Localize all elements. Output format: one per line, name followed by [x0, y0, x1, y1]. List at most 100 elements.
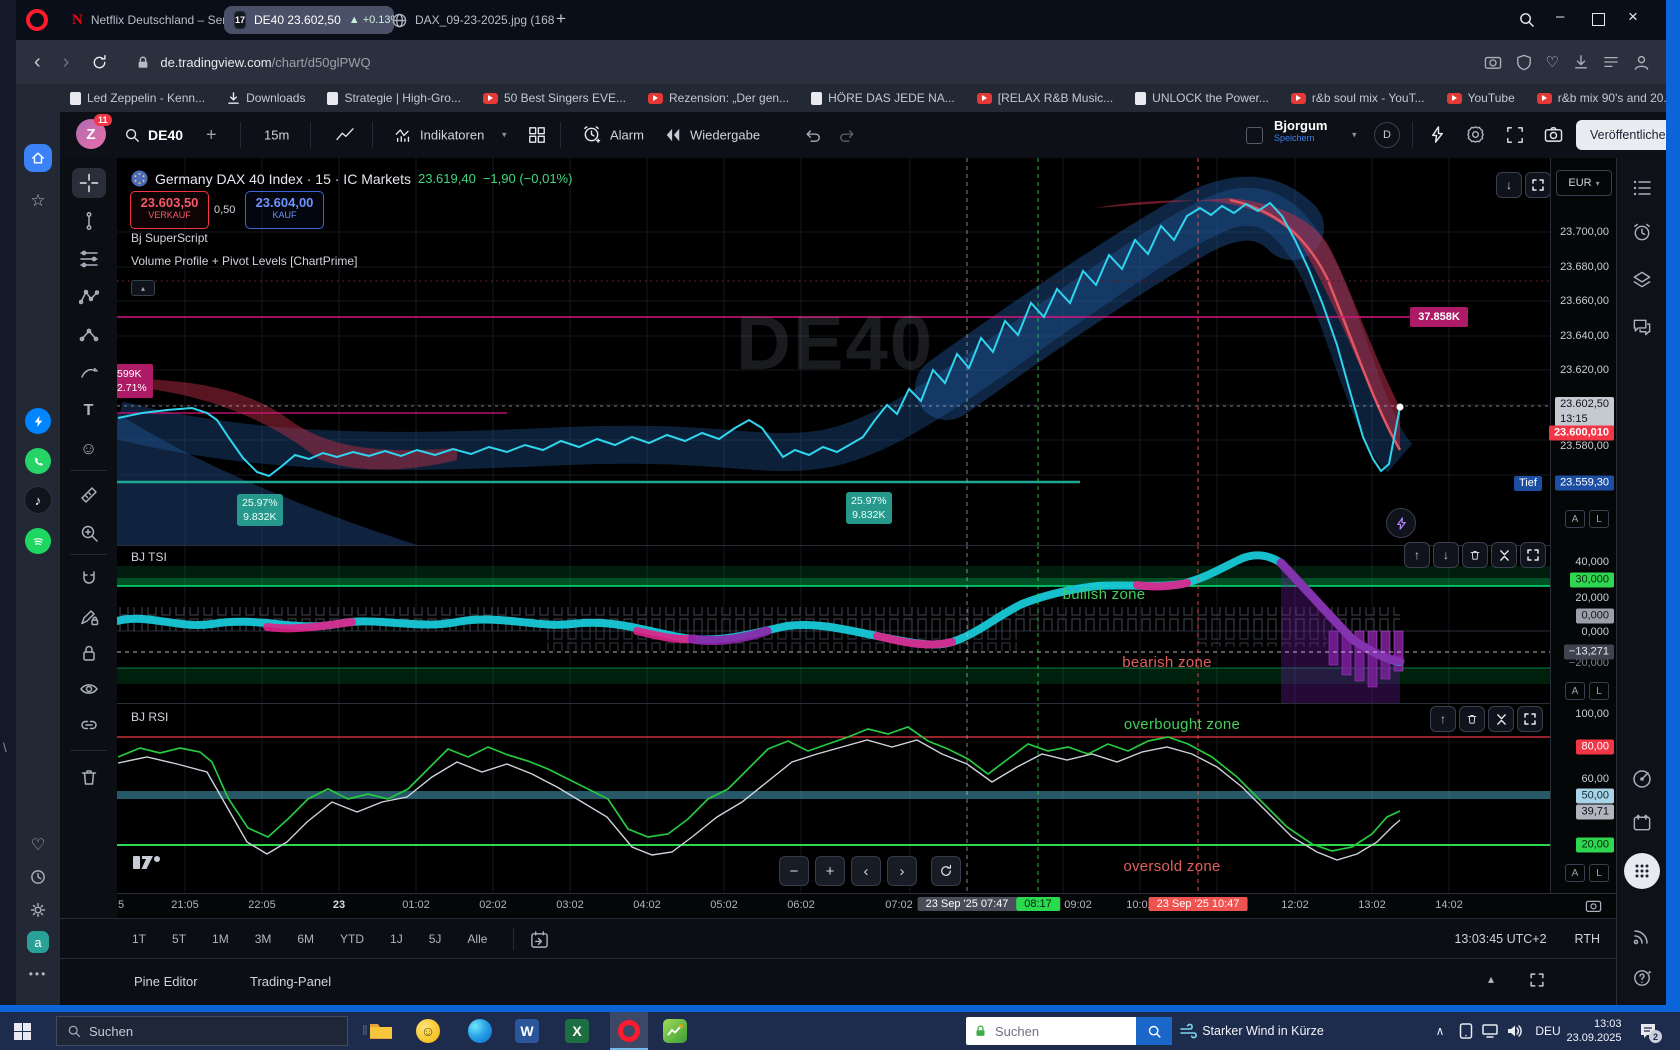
- save-checkbox[interactable]: [1246, 127, 1263, 144]
- tab-tradingview-active[interactable]: 17 DE40 23.602,50 ▲ +0.13%: [224, 6, 394, 34]
- notification-center-icon[interactable]: 2: [1639, 1023, 1657, 1039]
- remove-drawings-trash-tool[interactable]: [79, 767, 99, 787]
- back-button[interactable]: ‹: [34, 51, 41, 74]
- weather-text[interactable]: Starker Wind in Kürze: [1202, 1024, 1324, 1038]
- bookmark-item[interactable]: UNLOCK the Power...: [1135, 91, 1269, 105]
- drawing-lock-tool[interactable]: [79, 607, 99, 627]
- scroll-left-button[interactable]: ‹: [851, 856, 881, 886]
- study-label[interactable]: Volume Profile + Pivot Levels [ChartPrim…: [131, 254, 357, 268]
- download-icon[interactable]: [1573, 54, 1589, 70]
- tab-trading-panel[interactable]: Trading-Panel: [250, 974, 331, 989]
- zoom-in-tool[interactable]: [79, 523, 99, 543]
- publish-button[interactable]: Veröffentlichen: [1576, 120, 1666, 150]
- edge-icon[interactable]: [468, 1019, 492, 1043]
- symbol-search-icon[interactable]: [124, 127, 140, 143]
- quick-action-bolt-icon[interactable]: [1428, 125, 1447, 144]
- chat-icon[interactable]: [1632, 317, 1653, 338]
- zoom-out-button[interactable]: −: [779, 856, 809, 886]
- screenshot-camera-icon[interactable]: [1544, 126, 1563, 143]
- range-5J[interactable]: 5J: [429, 932, 442, 946]
- scale-mode-buttons[interactable]: AL: [1565, 510, 1609, 528]
- aria-icon[interactable]: a: [27, 931, 49, 953]
- range-YTD[interactable]: YTD: [340, 932, 364, 946]
- start-button[interactable]: [14, 1023, 31, 1040]
- tab-netflix[interactable]: N Netflix Deutschland – Seri: [62, 6, 240, 34]
- tab-dax-image[interactable]: DAX_09-23-2025.jpg (168: [382, 6, 570, 34]
- profile-icon[interactable]: [1633, 54, 1650, 71]
- web-search-button[interactable]: [1136, 1017, 1172, 1045]
- scroll-to-recent-button[interactable]: ↓: [1496, 172, 1522, 198]
- undo-icon[interactable]: [804, 127, 822, 143]
- indicators-chevron-icon[interactable]: ▾: [502, 130, 507, 141]
- range-6M[interactable]: 6M: [297, 932, 314, 946]
- taskbar-web-search-field[interactable]: Suchen: [966, 1017, 1172, 1045]
- indicators-button[interactable]: Indikatoren: [420, 128, 484, 143]
- taskbar-search-box[interactable]: Suchen: [56, 1016, 348, 1046]
- scale-mode-buttons[interactable]: AL: [1565, 682, 1609, 700]
- rsi-delete-button[interactable]: [1459, 706, 1485, 732]
- excel-icon[interactable]: X: [565, 1019, 589, 1043]
- new-tab-button[interactable]: +: [550, 8, 572, 30]
- crosshair-icon[interactable]: [79, 173, 99, 193]
- url-field[interactable]: de.tradingview.com/chart/d50glPWQ: [160, 55, 370, 70]
- object-tree-layers-icon[interactable]: [1632, 270, 1653, 291]
- pane-separator[interactable]: [117, 703, 1550, 704]
- indicators-icon[interactable]: [394, 126, 413, 144]
- session-type[interactable]: RTH: [1575, 932, 1600, 946]
- layout-grid-icon[interactable]: [528, 126, 546, 144]
- history-icon[interactable]: [30, 869, 47, 886]
- opera-logo-icon[interactable]: [26, 9, 48, 31]
- file-explorer-icon[interactable]: [369, 1021, 393, 1041]
- messenger-icon[interactable]: [25, 408, 51, 434]
- tray-phone-icon[interactable]: [1460, 1023, 1473, 1039]
- scale-mode-buttons[interactable]: AL: [1565, 864, 1609, 882]
- redo-icon[interactable]: [838, 127, 856, 143]
- price-scale[interactable]: EUR▾ 23.700,00 23.680,00 23.660,00 23.64…: [1550, 158, 1617, 893]
- weather-wind-icon[interactable]: [1180, 1023, 1200, 1039]
- study-label[interactable]: Bj SuperScript: [131, 231, 208, 245]
- timeaxis-camera-icon[interactable]: [1585, 898, 1602, 913]
- tray-network-icon[interactable]: [1482, 1024, 1498, 1038]
- layout-chevron-icon[interactable]: ▾: [1352, 130, 1357, 141]
- help-icon[interactable]: [1631, 967, 1654, 990]
- chart-settings-gear-icon[interactable]: [1466, 125, 1485, 144]
- calendar-icon[interactable]: [1632, 813, 1653, 834]
- layout-letter-button[interactable]: D: [1374, 122, 1400, 148]
- whatsapp-icon[interactable]: [25, 448, 51, 474]
- rsi-pane-title[interactable]: BJ RSI: [131, 710, 168, 724]
- rsi-move-up-button[interactable]: ↑: [1430, 706, 1456, 732]
- symbol-name[interactable]: DE40: [148, 127, 183, 143]
- range-1M[interactable]: 1M: [212, 932, 229, 946]
- bookmark-item[interactable]: Rezension: „Der gen...: [648, 91, 789, 105]
- fullscreen-icon[interactable]: [1506, 126, 1524, 144]
- word-icon[interactable]: W: [515, 1019, 539, 1043]
- emoji-app-icon[interactable]: ☺: [416, 1019, 440, 1043]
- likes-heart-icon[interactable]: ♡: [31, 835, 45, 855]
- quick-trade-bolt-button[interactable]: [1386, 508, 1416, 538]
- tab-pine-editor[interactable]: Pine Editor: [134, 974, 198, 989]
- bookmark-item[interactable]: [RELAX R&B Music...: [977, 91, 1113, 105]
- zoom-in-button[interactable]: +: [815, 856, 845, 886]
- tray-language[interactable]: DEU: [1535, 1024, 1560, 1038]
- bookmark-item[interactable]: HÖRE DAS JEDE NA...: [811, 91, 955, 105]
- panel-maximize-icon[interactable]: [1530, 973, 1544, 987]
- replay-icon[interactable]: [664, 127, 682, 143]
- spotify-icon[interactable]: [25, 528, 51, 554]
- tsi-delete-button[interactable]: [1462, 542, 1488, 568]
- save-label[interactable]: Speichern: [1274, 133, 1327, 143]
- hotlist-target-icon[interactable]: [1631, 768, 1653, 790]
- alarm-clock-icon[interactable]: [582, 125, 601, 144]
- magnet-tool[interactable]: [79, 569, 99, 589]
- reset-chart-button[interactable]: [931, 856, 961, 886]
- data-feed-signal-icon[interactable]: [1631, 925, 1653, 947]
- bookmark-item[interactable]: r&b mix 90's and 20...: [1537, 91, 1666, 105]
- bookmark-item[interactable]: YouTube: [1447, 91, 1515, 105]
- range-3M[interactable]: 3M: [255, 932, 272, 946]
- pane-separator[interactable]: [117, 545, 1550, 546]
- forward-button[interactable]: ›: [63, 51, 70, 74]
- favorites-heart-icon[interactable]: ♡: [1546, 53, 1559, 71]
- currency-selector[interactable]: EUR▾: [1556, 170, 1612, 196]
- go-to-date-icon[interactable]: [530, 930, 549, 949]
- alerts-clock-icon[interactable]: [1632, 223, 1653, 244]
- bookmark-item[interactable]: r&b soul mix - YouT...: [1291, 91, 1425, 105]
